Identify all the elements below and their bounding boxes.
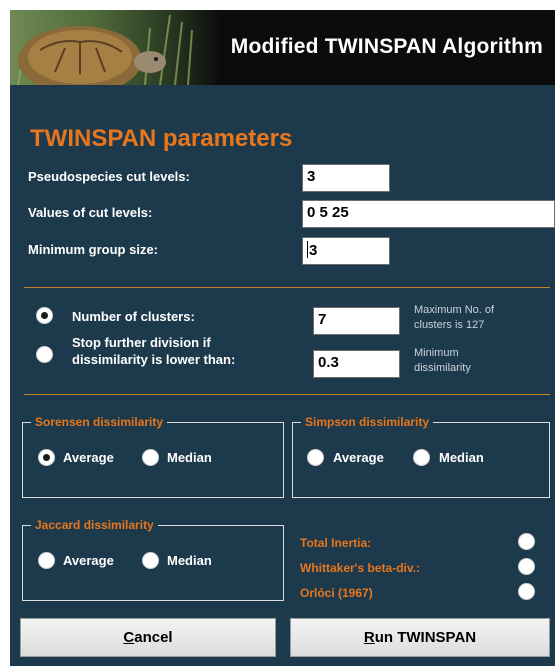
dissimilarity-stop-label: Stop further division if dissimilarity i… (72, 334, 235, 368)
clusters-input[interactable]: 7 (313, 307, 400, 335)
divider-bottom (24, 394, 550, 395)
total-inertia-radio[interactable] (518, 533, 535, 550)
pseudospecies-input[interactable]: 3 (302, 164, 390, 192)
dissimilarity-input[interactable]: 0.3 (313, 350, 400, 378)
jaccard-median-radio[interactable] (142, 552, 159, 569)
clusters-radio[interactable] (36, 307, 53, 324)
window-title: Modified TWINSPAN Algorithm (230, 35, 543, 58)
simpson-group: Simpson dissimilarity Average Median (292, 415, 550, 498)
sorensen-average-radio[interactable] (38, 449, 55, 466)
clusters-value: 7 (318, 311, 327, 328)
min-group-value: 3 (309, 242, 318, 259)
run-twinspan-button[interactable]: Run TWINSPAN (290, 618, 550, 657)
dissimilarity-stop-label-line2: dissimilarity is lower than: (72, 352, 236, 367)
cancel-button[interactable]: Cancel (20, 618, 276, 657)
pseudospecies-label: Pseudospecies cut levels: (28, 169, 190, 184)
total-inertia-label: Total Inertia: (300, 536, 372, 550)
tortoise-photo (10, 10, 220, 85)
clusters-hint-line2: clusters is 127 (414, 319, 485, 331)
section-heading: TWINSPAN parameters (30, 125, 293, 152)
clusters-hint: Maximum No. of clusters is 127 (414, 303, 494, 333)
run-label: un TWINSPAN (374, 629, 477, 646)
whittaker-radio[interactable] (518, 558, 535, 575)
simpson-title: Simpson dissimilarity (301, 415, 434, 429)
jaccard-title: Jaccard dissimilarity (31, 518, 158, 532)
dissimilarity-value: 0.3 (318, 354, 339, 371)
min-group-input[interactable]: 3 (302, 237, 390, 265)
clusters-label: Number of clusters: (72, 309, 195, 324)
dissimilarity-hint-line1: Minimum (414, 347, 459, 359)
jaccard-average-radio[interactable] (38, 552, 55, 569)
min-group-label: Minimum group size: (28, 242, 158, 257)
cut-values-label: Values of cut levels: (28, 205, 153, 220)
pseudospecies-value: 3 (307, 168, 316, 185)
dissimilarity-stop-radio[interactable] (36, 346, 53, 363)
simpson-average-label: Average (333, 450, 384, 465)
run-mnemonic: R (363, 629, 375, 646)
simpson-average-radio[interactable] (307, 449, 324, 466)
simpson-median-label: Median (439, 450, 484, 465)
jaccard-average-label: Average (63, 553, 114, 568)
sorensen-title: Sorensen dissimilarity (31, 415, 168, 429)
divider-top (24, 287, 550, 288)
whittaker-label: Whittaker's beta-div.: (300, 561, 420, 575)
dissimilarity-stop-label-line1: Stop further division if (72, 335, 211, 350)
orloci-label: Orlóci (1967) (300, 586, 373, 600)
cancel-mnemonic: C (123, 629, 135, 646)
sorensen-median-label: Median (167, 450, 212, 465)
simpson-median-radio[interactable] (413, 449, 430, 466)
header-banner: Modified TWINSPAN Algorithm (10, 10, 555, 85)
text-caret (307, 241, 308, 258)
dissimilarity-hint: Minimum dissimilarity (414, 346, 471, 376)
cut-values-input[interactable]: 0 5 25 (302, 200, 555, 228)
dissimilarity-hint-line2: dissimilarity (414, 362, 471, 374)
jaccard-median-label: Median (167, 553, 212, 568)
cut-values-value: 0 5 25 (307, 204, 349, 221)
cancel-label: ancel (134, 629, 173, 646)
dialog-window: Modified TWINSPAN Algorithm TWINSPAN par… (10, 10, 555, 666)
sorensen-median-radio[interactable] (142, 449, 159, 466)
sorensen-average-label: Average (63, 450, 114, 465)
orloci-radio[interactable] (518, 583, 535, 600)
jaccard-group: Jaccard dissimilarity Average Median (22, 518, 284, 601)
clusters-hint-line1: Maximum No. of (414, 304, 495, 316)
sorensen-group: Sorensen dissimilarity Average Median (22, 415, 284, 498)
